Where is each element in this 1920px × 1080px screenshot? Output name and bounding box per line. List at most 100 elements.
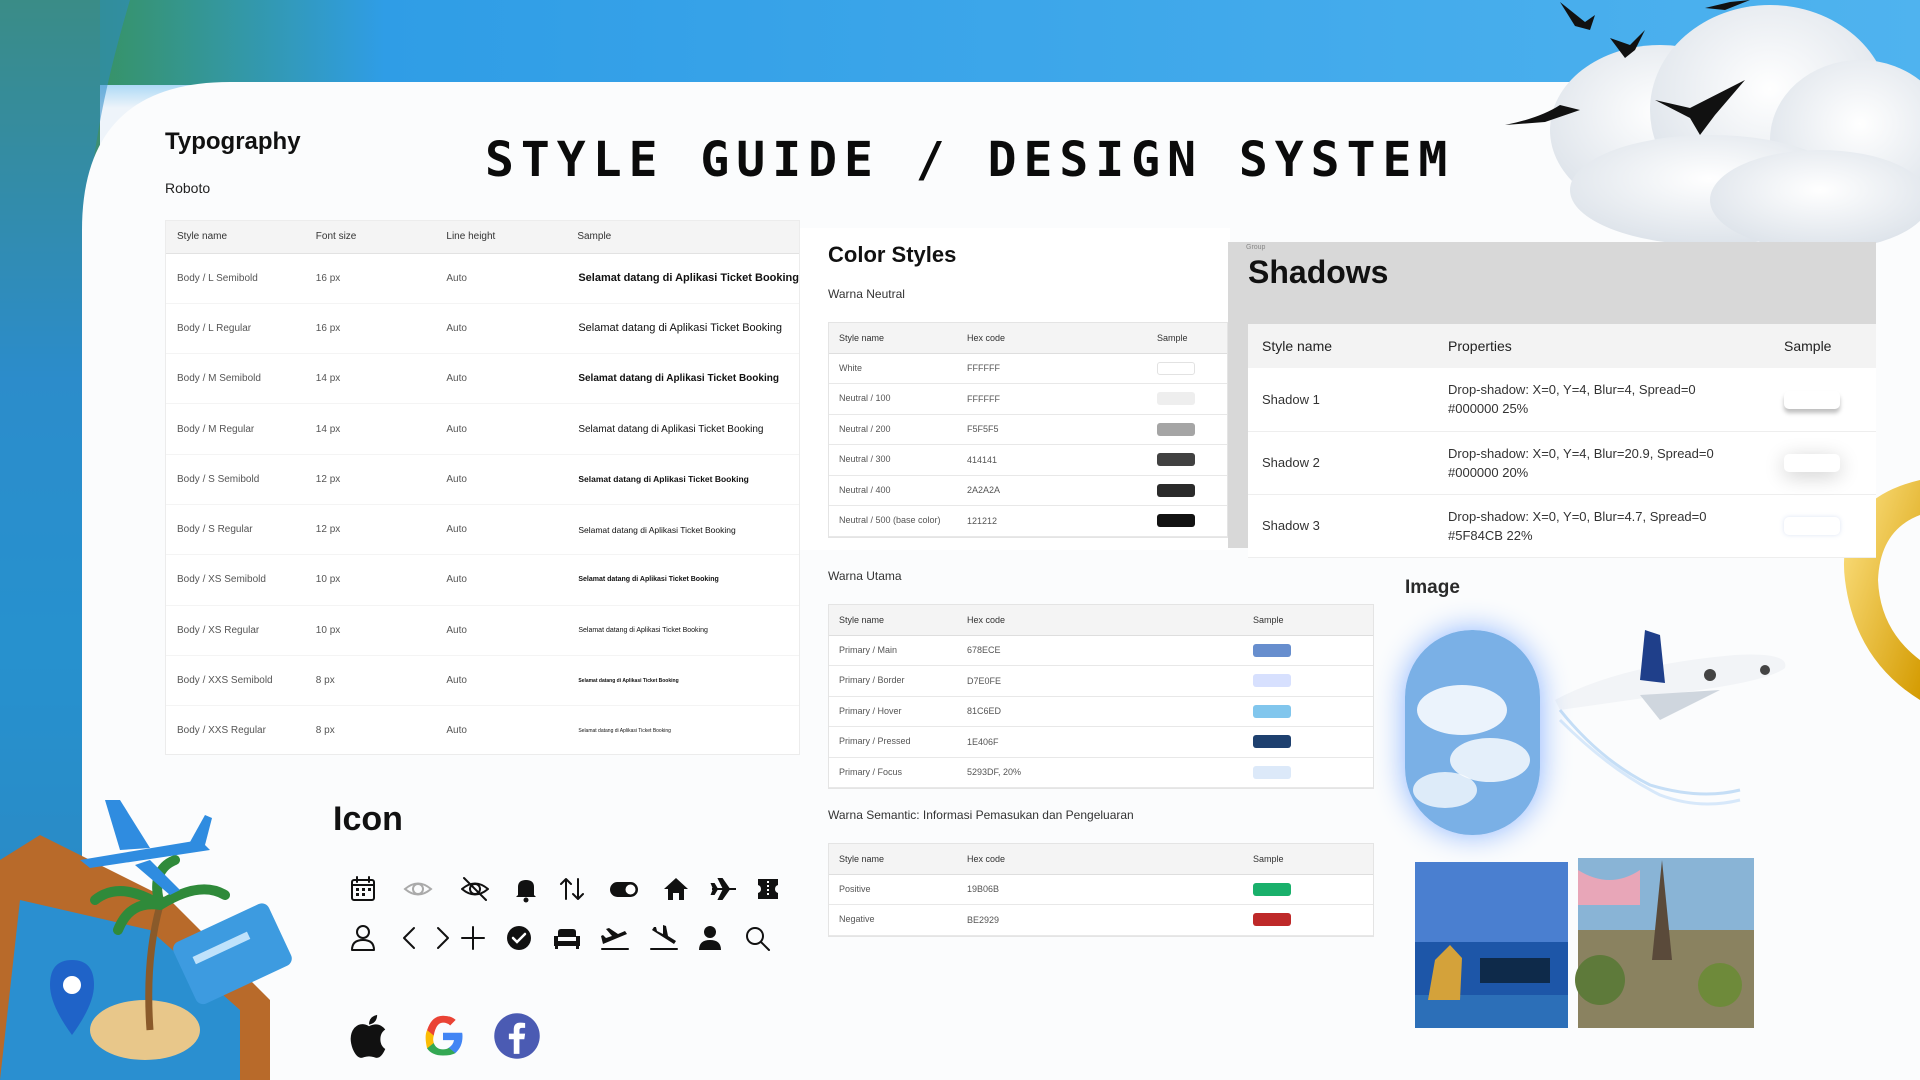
color-swatch [1253,882,1291,896]
style-name: Body / S Semibold [166,454,305,505]
apple-logo [342,1009,396,1063]
primary-section-title: Warna Utama [828,569,902,583]
primary-color-table: Style name Hex code Sample Primary / Mai… [828,604,1374,789]
sofa-icon [547,918,587,958]
font-size: 10 px [304,554,436,606]
line-height: Auto [435,454,567,505]
col-header-properties: Properties [1434,324,1770,368]
table-row: Body / XXS Semibold 8 px Auto Selamat da… [166,655,799,707]
shadow-properties: Drop-shadow: X=0, Y=0, Blur=4.7, Spread=… [1448,508,1707,524]
person-icon [690,918,730,958]
calendar-icon [343,869,383,909]
color-swatch [1253,765,1291,779]
hex-code: F5F5F5 [957,414,1147,445]
style-name: Neutral / 200 [829,414,957,445]
plane-landing-icon [644,918,684,958]
sample-text: Selamat datang di Aplikasi Ticket Bookin… [566,303,799,355]
neutral-section-title: Warna Neutral [828,287,905,301]
style-name: Negative [829,904,957,936]
style-name: Body / M Regular [166,403,305,455]
search-icon [737,918,777,958]
style-name: Body / L Semibold [166,253,305,304]
airplane-image [1555,630,1790,800]
col-header-hex: Hex code [957,323,1147,354]
sample-text: Selamat datang di Aplikasi Ticket Bookin… [566,454,799,505]
font-size: 8 px [304,655,436,707]
sample-text: Selamat datang di Aplikasi Ticket Bookin… [566,504,799,556]
typography-title: Typography [165,128,301,155]
color-swatch [1157,483,1195,497]
style-name: Neutral / 100 [829,383,957,415]
table-row: Shadow 2 Drop-shadow: X=0, Y=4, Blur=20.… [1248,431,1876,495]
sample-text: Selamat datang di Aplikasi Ticket Bookin… [566,554,799,606]
table-row: Primary / Main 678ECE [829,635,1373,666]
style-name: Shadow 3 [1248,494,1434,558]
style-name: Neutral / 500 (base color) [829,505,957,537]
col-header-font-size: Font size [304,221,436,254]
table-row: Neutral / 500 (base color) 121212 [829,505,1227,537]
style-name: Positive [829,874,957,905]
table-row: Neutral / 300 414141 [829,444,1227,476]
style-name: Body / XS Regular [166,605,305,656]
table-row: Primary / Hover 81C6ED [829,696,1373,727]
icon-section-title: Icon [333,800,403,838]
color-styles-title: Color Styles [828,242,957,267]
style-name: Body / S Regular [166,504,305,556]
style-name: Shadow 1 [1248,368,1434,432]
style-name: Body / XXS Regular [166,705,305,754]
sample-text: Selamat datang di Aplikasi Ticket Bookin… [566,705,799,754]
image-section-title: Image [1405,577,1460,598]
col-header-sample: Sample [1243,605,1373,636]
line-height: Auto [435,303,567,355]
facebook-logo [490,1009,544,1063]
neutral-color-table: Style name Hex code Sample White FFFFFF … [828,322,1228,538]
style-name: Primary / Border [829,665,957,697]
sample-text: Selamat datang di Aplikasi Ticket Bookin… [566,403,799,455]
shadow-sample [1784,517,1840,536]
style-name: Body / XS Semibold [166,554,305,606]
table-row: Body / L Regular 16 px Auto Selamat data… [166,303,799,355]
color-swatch [1157,453,1195,467]
col-header-hex: Hex code [957,605,1243,636]
col-header-line-height: Line height [435,221,567,254]
table-row: Positive 19B06B [829,874,1373,905]
style-name: Primary / Main [829,635,957,666]
plus-icon [453,918,493,958]
table-row: Shadow 1 Drop-shadow: X=0, Y=4, Blur=4, … [1248,368,1876,432]
sort-arrows-icon [552,869,592,909]
table-row: Body / M Semibold 14 px Auto Selamat dat… [166,353,799,405]
shadow-sample [1784,454,1840,473]
line-height: Auto [435,705,567,754]
col-header-style-name: Style name [829,844,957,875]
style-name: Primary / Focus [829,757,957,788]
google-logo [416,1009,470,1063]
style-name: Neutral / 400 [829,475,957,506]
merlion-photo [1415,862,1568,1028]
line-height: Auto [435,605,567,656]
font-size: 16 px [304,303,436,355]
home-icon [656,869,696,909]
sky-window-image [1405,630,1540,835]
hex-code: BE2929 [957,904,1243,936]
col-header-sample: Sample [1243,844,1373,875]
style-name: Body / XXS Semibold [166,655,305,707]
toggle-icon [600,869,648,909]
color-swatch [1157,361,1195,375]
table-row: Body / XXS Regular 8 px Auto Selamat dat… [166,705,799,754]
shadow-properties: Drop-shadow: X=0, Y=4, Blur=4, Spread=0 [1448,382,1696,398]
semantic-color-table: Style name Hex code Sample Positive 19B0… [828,843,1374,937]
color-swatch [1157,392,1195,406]
color-swatch [1253,704,1291,718]
font-size: 16 px [304,253,436,304]
sample-text: Selamat datang di Aplikasi Ticket Bookin… [566,655,799,707]
table-row: White FFFFFF [829,353,1227,384]
hex-code: 19B06B [957,874,1243,905]
shadow-color: #5F84CB 22% [1448,527,1533,543]
user-icon [343,918,383,958]
style-name: Primary / Hover [829,696,957,727]
shadows-table: Style name Properties Sample Shadow 1 Dr… [1248,324,1876,558]
line-height: Auto [435,353,567,405]
col-header-style-name: Style name [829,605,957,636]
table-row: Body / S Regular 12 px Auto Selamat data… [166,504,799,556]
font-size: 12 px [304,504,436,556]
